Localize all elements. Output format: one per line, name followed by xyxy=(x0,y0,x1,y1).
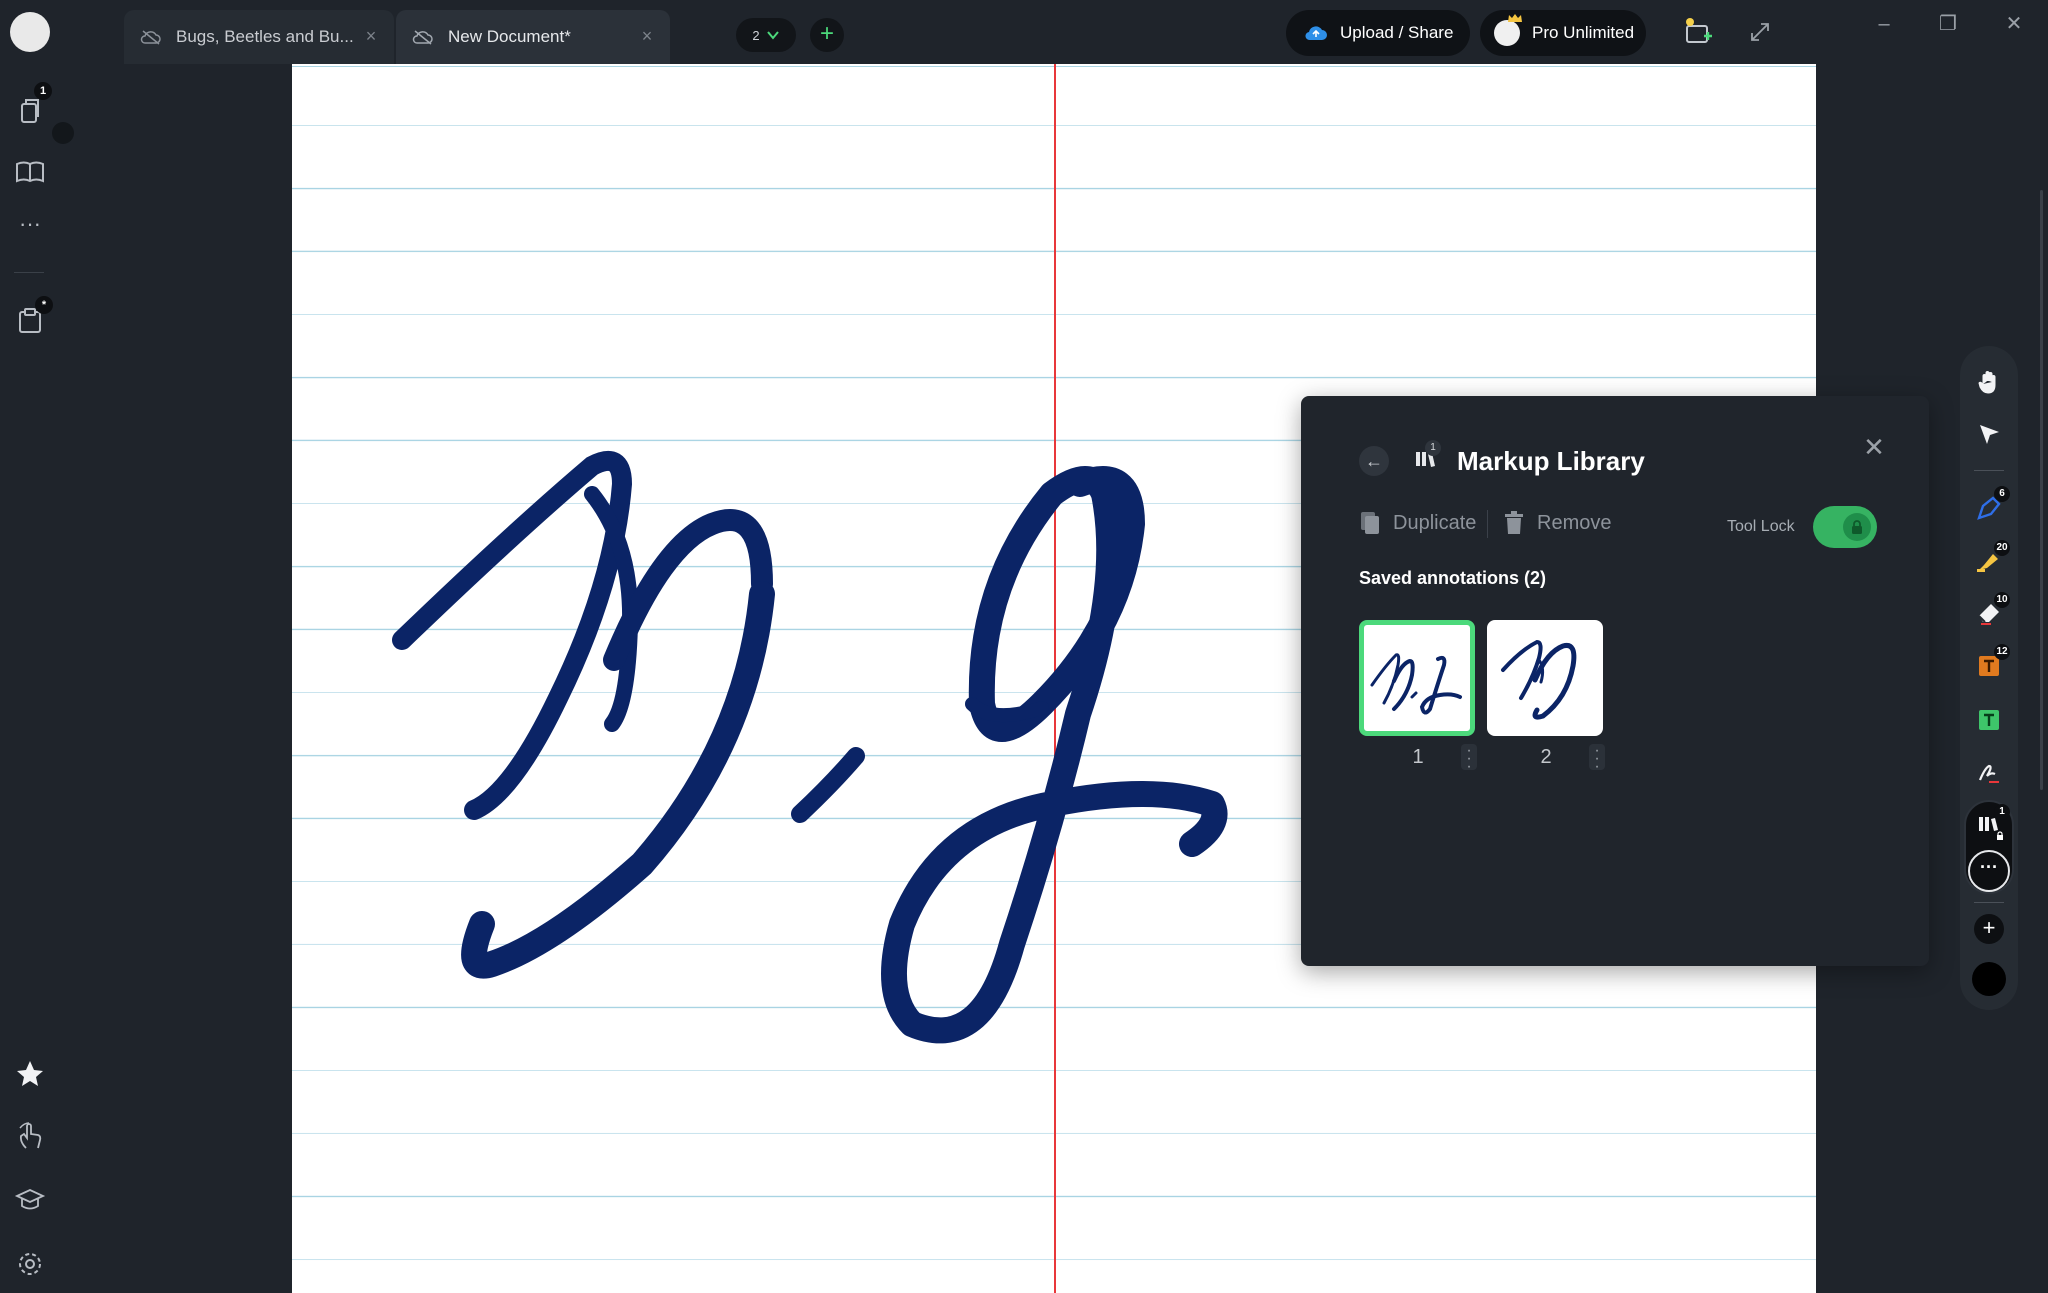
tab-new-document[interactable]: New Document* × xyxy=(396,10,670,64)
remove-button[interactable]: Remove xyxy=(1503,510,1611,536)
back-arrow-icon[interactable]: ← xyxy=(1359,446,1389,476)
hand-tool-icon[interactable] xyxy=(1975,368,2003,396)
corner-marker xyxy=(52,122,74,144)
pro-unlimited-label: Pro Unlimited xyxy=(1532,23,1635,42)
scrollbar[interactable] xyxy=(2040,190,2043,790)
signature-tool-icon[interactable] xyxy=(1975,758,2003,786)
title-bar: Bugs, Beetles and Bu... × New Document* … xyxy=(0,0,2048,64)
text-tool-icon[interactable] xyxy=(1975,706,2003,734)
text-box-badge: 12 xyxy=(1994,644,2010,660)
markup-library-badge: 1 xyxy=(1994,804,2010,820)
add-tab-button[interactable]: + xyxy=(810,18,844,52)
app-avatar[interactable] xyxy=(10,12,50,52)
clipboard-badge: * xyxy=(35,296,53,314)
close-window-icon[interactable]: ✕ xyxy=(2002,12,2026,36)
action-divider xyxy=(1487,510,1488,538)
color-swatch[interactable] xyxy=(1972,962,2006,996)
gesture-icon[interactable] xyxy=(14,1120,46,1152)
tab-bugs-beetles[interactable]: Bugs, Beetles and Bu... × xyxy=(124,10,394,64)
saved-annotations-heading: Saved annotations (2) xyxy=(1359,568,1547,588)
pages-badge: 1 xyxy=(34,82,52,100)
right-toolbar: 6 20 10 12 1 ··· + xyxy=(1960,346,2018,1010)
pro-unlimited-button[interactable]: Pro Unlimited xyxy=(1480,10,1646,56)
tool-lock-label: Tool Lock xyxy=(1727,518,1795,535)
chevron-down-icon xyxy=(766,31,779,40)
page-count-dropdown[interactable]: 2 xyxy=(736,18,796,52)
pen-badge: 6 xyxy=(1994,486,2010,502)
user-avatar xyxy=(1494,14,1522,46)
signature-stroke xyxy=(965,697,1049,723)
crown-icon xyxy=(1508,14,1522,22)
lock-icon xyxy=(1852,520,1862,534)
signature-stroke xyxy=(392,451,632,820)
upload-share-button[interactable]: Upload / Share xyxy=(1286,10,1470,56)
settings-icon[interactable] xyxy=(14,1248,46,1280)
toolbar-divider xyxy=(1974,470,2004,471)
duplicate-label: Duplicate xyxy=(1393,511,1477,534)
remove-label: Remove xyxy=(1537,511,1612,534)
learn-icon[interactable] xyxy=(14,1184,46,1216)
sidebar-divider xyxy=(14,272,44,273)
app-window: Bugs, Beetles and Bu... × New Document* … xyxy=(0,0,2048,1293)
new-page-icon[interactable] xyxy=(1682,16,1714,48)
annotation-number: 2 xyxy=(1540,746,1552,768)
annotation-number: 1 xyxy=(1412,746,1424,768)
signature-stroke xyxy=(881,466,1228,1044)
add-tool-button[interactable]: + xyxy=(1974,914,2004,944)
more-options-button[interactable]: ··· xyxy=(1968,850,2010,892)
page-count-value: 2 xyxy=(752,27,760,43)
duplicate-icon xyxy=(1361,512,1379,534)
tab-label: Bugs, Beetles and Bu... xyxy=(176,27,354,46)
restore-icon[interactable]: ❐ xyxy=(1936,12,1960,36)
close-icon[interactable]: ✕ xyxy=(1861,434,1887,460)
eraser-badge: 10 xyxy=(1994,592,2010,608)
more-icon[interactable]: ··· xyxy=(14,213,46,246)
tab-close-icon[interactable]: × xyxy=(638,27,656,45)
minimize-icon[interactable]: – xyxy=(1872,12,1896,36)
tool-lock-toggle[interactable] xyxy=(1813,506,1877,548)
annotation-preview xyxy=(1370,653,1462,715)
fullscreen-icon[interactable] xyxy=(1744,16,1776,48)
signature-stroke xyxy=(791,747,865,823)
panel-title: Markup Library xyxy=(1457,446,1645,476)
highlighter-badge: 20 xyxy=(1994,540,2010,556)
star-icon[interactable] xyxy=(14,1058,46,1090)
annotation-thumbnail-1[interactable] xyxy=(1359,620,1475,736)
tab-label: New Document* xyxy=(448,27,571,46)
upload-share-label: Upload / Share xyxy=(1340,23,1454,42)
upload-cloud-icon xyxy=(1305,26,1327,41)
duplicate-button[interactable]: Duplicate xyxy=(1359,510,1476,536)
lock-icon xyxy=(1994,830,2006,842)
library-badge: 1 xyxy=(1425,440,1441,456)
trash-icon xyxy=(1505,511,1523,534)
annotation-more-icon[interactable]: · · · xyxy=(1589,743,1605,775)
toggle-knob xyxy=(1843,513,1871,541)
annotation-thumbnail-2[interactable] xyxy=(1487,620,1603,736)
left-sidebar: 1 ··· * xyxy=(0,64,74,1293)
annotation-preview xyxy=(1501,639,1577,720)
cloud-off-icon xyxy=(140,30,161,45)
tab-close-icon[interactable]: × xyxy=(362,27,380,45)
cloud-off-icon xyxy=(412,30,433,45)
book-icon[interactable] xyxy=(14,156,46,188)
select-tool-icon[interactable] xyxy=(1975,420,2003,448)
toolbar-divider xyxy=(1974,902,2004,903)
markup-library-panel: ← 1 Markup Library ✕ Duplicate Remove To… xyxy=(1301,396,1929,966)
annotation-more-icon[interactable]: · · · xyxy=(1461,743,1477,775)
